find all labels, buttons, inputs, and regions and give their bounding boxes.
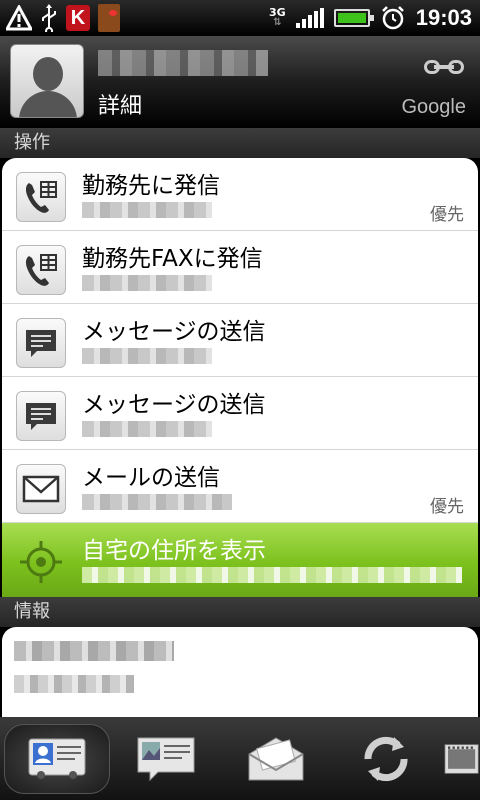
company-redacted [14, 641, 174, 661]
action-title: メールの送信 [82, 465, 220, 491]
action-row-send-message-1[interactable]: メッセージの送信 [2, 304, 478, 377]
usb-icon [42, 4, 56, 32]
department-redacted [14, 675, 134, 693]
contact-details-tab-icon [28, 738, 86, 779]
account-label: Google [401, 96, 467, 118]
bottom-tab-bar [0, 717, 480, 800]
work-phone-icon [16, 245, 66, 295]
action-title: 勤務先FAXに発信 [82, 246, 263, 272]
section-header-actions: 操作 [0, 128, 480, 158]
battery-icon [333, 9, 374, 27]
tab-contact-details[interactable] [4, 723, 110, 794]
info-card[interactable] [2, 627, 478, 717]
address-redacted [82, 567, 462, 583]
action-title: メッセージの送信 [82, 392, 266, 418]
action-title: 自宅の住所を表示 [82, 538, 266, 564]
message-icon [16, 391, 66, 441]
work-phone-icon [16, 172, 66, 222]
map-target-icon [16, 537, 66, 587]
header-subtitle: 詳細 [98, 94, 143, 119]
tab-mail[interactable] [223, 724, 329, 794]
contact-header: 詳細 Google [0, 36, 480, 128]
section-header-info: 情報 [0, 597, 480, 627]
action-row-call-work[interactable]: 勤務先に発信 優先 [2, 158, 478, 231]
primary-tag: 優先 [430, 205, 464, 225]
contact-avatar[interactable] [10, 44, 84, 118]
action-row-send-message-2[interactable]: メッセージの送信 [2, 377, 478, 450]
network-type-indicator: 3G ⇅ [269, 6, 286, 28]
primary-tag: 優先 [430, 497, 464, 517]
phone-number-redacted [82, 348, 212, 364]
mail-icon [16, 464, 66, 514]
phone-number-redacted [82, 202, 212, 218]
media-tab-icon [444, 743, 479, 774]
action-title: メッセージの送信 [82, 319, 266, 345]
clock-time: 19:03 [415, 5, 472, 30]
mail-tab-icon [248, 736, 304, 780]
action-row-send-email[interactable]: メールの送信 優先 [2, 450, 478, 523]
tab-photo-message[interactable] [114, 724, 220, 794]
warning-icon [6, 5, 32, 31]
fax-number-redacted [82, 275, 212, 291]
tab-media[interactable] [442, 724, 480, 794]
phone-number-redacted [82, 421, 212, 437]
alarm-icon [381, 6, 404, 30]
status-bar: K 3G ⇅ 19:03 [0, 0, 480, 36]
sync-tab-icon [364, 736, 408, 781]
action-row-call-work-fax[interactable]: 勤務先FAXに発信 [2, 231, 478, 304]
door-app-icon [98, 4, 120, 32]
action-row-show-home-address[interactable]: 自宅の住所を表示 [2, 523, 478, 597]
tab-sync[interactable] [333, 724, 439, 794]
email-redacted [82, 494, 232, 510]
link-icon[interactable] [424, 60, 464, 74]
signal-icon [295, 8, 324, 28]
k-app-icon: K [66, 5, 90, 31]
contact-name-redacted [98, 50, 268, 76]
actions-card: 勤務先に発信 優先 勤務先FAXに発信 メッセージの送信 メッセージの送信 メー… [2, 158, 478, 597]
message-icon [16, 318, 66, 368]
action-title: 勤務先に発信 [82, 173, 220, 199]
photo-message-tab-icon [137, 737, 195, 781]
